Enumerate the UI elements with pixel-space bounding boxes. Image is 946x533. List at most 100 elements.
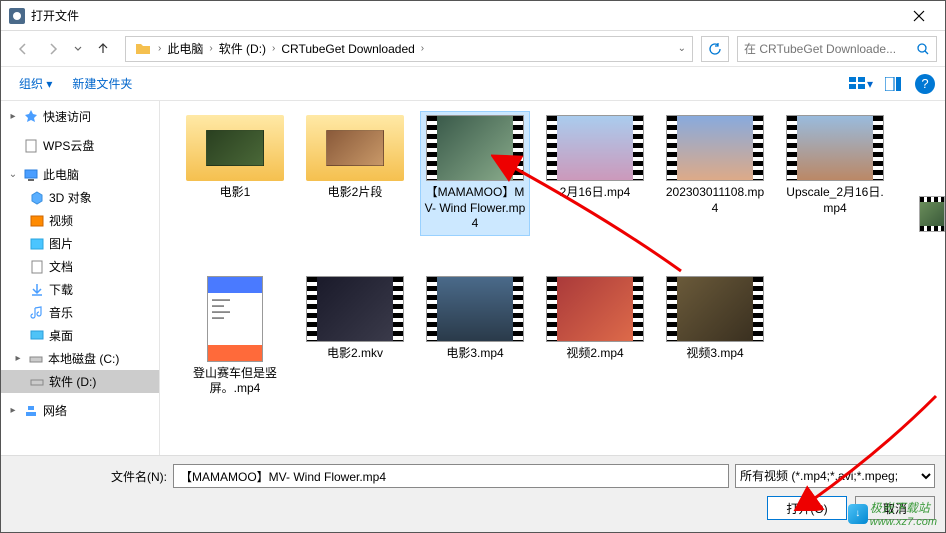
file-item[interactable]: 电影1: [180, 111, 290, 236]
video-thumbnail: [786, 115, 884, 181]
back-button[interactable]: [9, 35, 37, 63]
file-item[interactable]: 视频2.mp4: [540, 272, 650, 401]
window-title: 打开文件: [31, 7, 901, 24]
search-input[interactable]: [744, 37, 904, 61]
refresh-button[interactable]: [701, 36, 729, 62]
drive-icon: [29, 374, 45, 390]
preview-pane-thumb: [919, 196, 945, 232]
tree-label: 本地磁盘 (C:): [48, 350, 119, 367]
view-mode-button[interactable]: ▾: [847, 70, 875, 98]
close-icon: [913, 10, 925, 22]
video-thumbnail: [666, 115, 764, 181]
file-item[interactable]: 【MAMAMOO】MV- Wind Flower.mp4: [420, 111, 530, 236]
organize-menu[interactable]: 组织 ▾: [11, 71, 60, 96]
sidebar-desktop[interactable]: 桌面: [1, 324, 159, 347]
file-item[interactable]: 电影2.mkv: [300, 272, 410, 401]
tree-label: 快速访问: [43, 108, 91, 125]
preview-pane-button[interactable]: [879, 70, 907, 98]
close-button[interactable]: [901, 1, 937, 30]
breadcrumb-item[interactable]: 此电脑: [161, 37, 209, 61]
tree-label: 下载: [49, 281, 73, 298]
help-button[interactable]: ?: [915, 74, 935, 94]
new-folder-button[interactable]: 新建文件夹: [64, 71, 140, 96]
cancel-button[interactable]: 取消: [855, 496, 935, 520]
file-item[interactable]: 视频3.mp4: [660, 272, 770, 401]
sidebar-downloads[interactable]: 下载: [1, 278, 159, 301]
breadcrumb[interactable]: › 此电脑 › 软件 (D:) › CRTubeGet Downloaded ›…: [125, 36, 693, 62]
drive-icon: [28, 351, 44, 367]
bottom-bar: 文件名(N): 所有视频 (*.mp4;*.avi;*.mpeg; 打开(O) …: [1, 455, 945, 532]
file-name-label: 电影2片段: [328, 185, 383, 201]
breadcrumb-item[interactable]: 软件 (D:): [213, 37, 272, 61]
file-name-label: Upscale_2月16日.mp4: [784, 185, 886, 216]
folder-icon: [134, 40, 152, 58]
file-name-label: 电影2.mkv: [327, 346, 383, 362]
content-area: ▸ 快速访问 WPS云盘 ⌄ 此电脑 3D 对象 视频 图片 文档: [1, 101, 945, 461]
arrow-right-icon: [46, 42, 60, 56]
tree-label: 3D 对象: [49, 189, 92, 206]
up-button[interactable]: [89, 35, 117, 63]
file-item[interactable]: Upscale_2月16日.mp4: [780, 111, 890, 236]
filename-label: 文件名(N):: [11, 468, 167, 485]
video-thumbnail: [426, 276, 524, 342]
file-grid[interactable]: 电影1 电影2片段 【MAMAMOO】MV- Wind Flower.mp4 2月16…: [159, 101, 945, 461]
tree-label: 文档: [49, 258, 73, 275]
file-name-label: 视频2.mp4: [566, 346, 623, 362]
sidebar-music[interactable]: 音乐: [1, 301, 159, 324]
document-icon: [29, 259, 45, 275]
film-icon: [29, 213, 45, 229]
video-thumbnail: [666, 276, 764, 342]
filetype-select[interactable]: 所有视频 (*.mp4;*.avi;*.mpeg;: [735, 464, 935, 488]
file-item[interactable]: 电影3.mp4: [420, 272, 530, 401]
cube-icon: [29, 190, 45, 206]
file-name-label: 2月16日.mp4: [560, 185, 631, 201]
breadcrumb-item[interactable]: CRTubeGet Downloaded: [275, 37, 420, 61]
toolbar: 组织 ▾ 新建文件夹 ▾ ?: [1, 67, 945, 101]
file-item[interactable]: 202303011108.mp4: [660, 111, 770, 236]
tree-label: 桌面: [49, 327, 73, 344]
sidebar-wps-cloud[interactable]: WPS云盘: [1, 134, 159, 157]
sidebar-this-pc[interactable]: ⌄ 此电脑: [1, 163, 159, 186]
file-name-label: 视频3.mp4: [686, 346, 743, 362]
tree-label: 此电脑: [43, 166, 79, 183]
file-name-label: 登山赛车但是竖屏。.mp4: [184, 366, 286, 397]
thumbnails-icon: [849, 77, 867, 91]
video-thumbnail: [546, 115, 644, 181]
video-thumbnail: [306, 276, 404, 342]
tree-label: 图片: [49, 235, 73, 252]
search-icon: [916, 42, 930, 59]
sidebar-drive-c[interactable]: ▸ 本地磁盘 (C:): [1, 347, 159, 370]
forward-button[interactable]: [39, 35, 67, 63]
sidebar-drive-d[interactable]: 软件 (D:): [1, 370, 159, 393]
sidebar: ▸ 快速访问 WPS云盘 ⌄ 此电脑 3D 对象 视频 图片 文档: [1, 101, 159, 461]
video-thumbnail: [546, 276, 644, 342]
sidebar-pictures[interactable]: 图片: [1, 232, 159, 255]
sidebar-3d-objects[interactable]: 3D 对象: [1, 186, 159, 209]
sidebar-documents[interactable]: 文档: [1, 255, 159, 278]
search-box[interactable]: [737, 36, 937, 62]
star-icon: [23, 109, 39, 125]
tree-label: 视频: [49, 212, 73, 229]
document-icon: [23, 138, 39, 154]
sidebar-network[interactable]: ▸ 网络: [1, 399, 159, 422]
file-item[interactable]: 电影2片段: [300, 111, 410, 236]
sidebar-quick-access[interactable]: ▸ 快速访问: [1, 105, 159, 128]
sidebar-videos[interactable]: 视频: [1, 209, 159, 232]
video-thumbnail: [426, 115, 524, 181]
file-name-label: 【MAMAMOO】MV- Wind Flower.mp4: [424, 185, 526, 232]
file-item[interactable]: 2月16日.mp4: [540, 111, 650, 236]
preview-icon: [885, 77, 901, 91]
history-dropdown[interactable]: [69, 35, 87, 63]
filename-input[interactable]: [173, 464, 729, 488]
pc-icon: [23, 167, 39, 183]
file-item[interactable]: ▬▬▬▬▬▬▬▬▬▬登山赛车但是竖屏。.mp4: [180, 272, 290, 401]
chevron-down-icon: [74, 45, 82, 53]
open-button[interactable]: 打开(O): [767, 496, 847, 520]
folder-thumbnail: [306, 115, 404, 181]
tree-label: 网络: [43, 402, 67, 419]
download-icon: [29, 282, 45, 298]
image-icon: [29, 236, 45, 252]
file-name-label: 电影3.mp4: [446, 346, 503, 362]
arrow-left-icon: [16, 42, 30, 56]
file-name-label: 202303011108.mp4: [664, 185, 766, 216]
